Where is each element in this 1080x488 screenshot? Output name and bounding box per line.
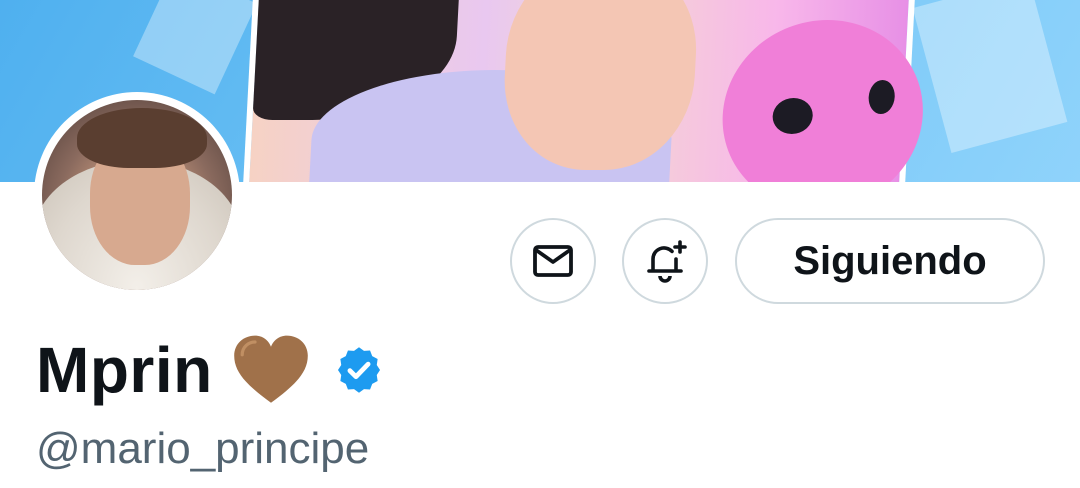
profile-name-row: Mprin bbox=[36, 330, 385, 410]
profile-handle: @mario_principe bbox=[36, 424, 370, 473]
verified-badge-icon[interactable] bbox=[333, 344, 385, 396]
brown-heart-icon bbox=[233, 335, 308, 403]
message-button[interactable] bbox=[510, 218, 596, 304]
following-button[interactable]: Siguiendo bbox=[735, 218, 1045, 304]
banner-light-shard bbox=[912, 0, 1068, 153]
banner-pink-creature bbox=[717, 20, 928, 182]
banner-light-shard bbox=[133, 0, 257, 95]
mail-icon bbox=[533, 245, 573, 277]
display-name: Mprin bbox=[36, 334, 213, 406]
banner-illustration bbox=[243, 0, 928, 182]
avatar-photo bbox=[42, 100, 232, 290]
notifications-button[interactable] bbox=[622, 218, 708, 304]
avatar-hair-shape bbox=[77, 108, 207, 168]
bell-plus-icon bbox=[647, 240, 687, 283]
avatar[interactable] bbox=[34, 92, 240, 298]
